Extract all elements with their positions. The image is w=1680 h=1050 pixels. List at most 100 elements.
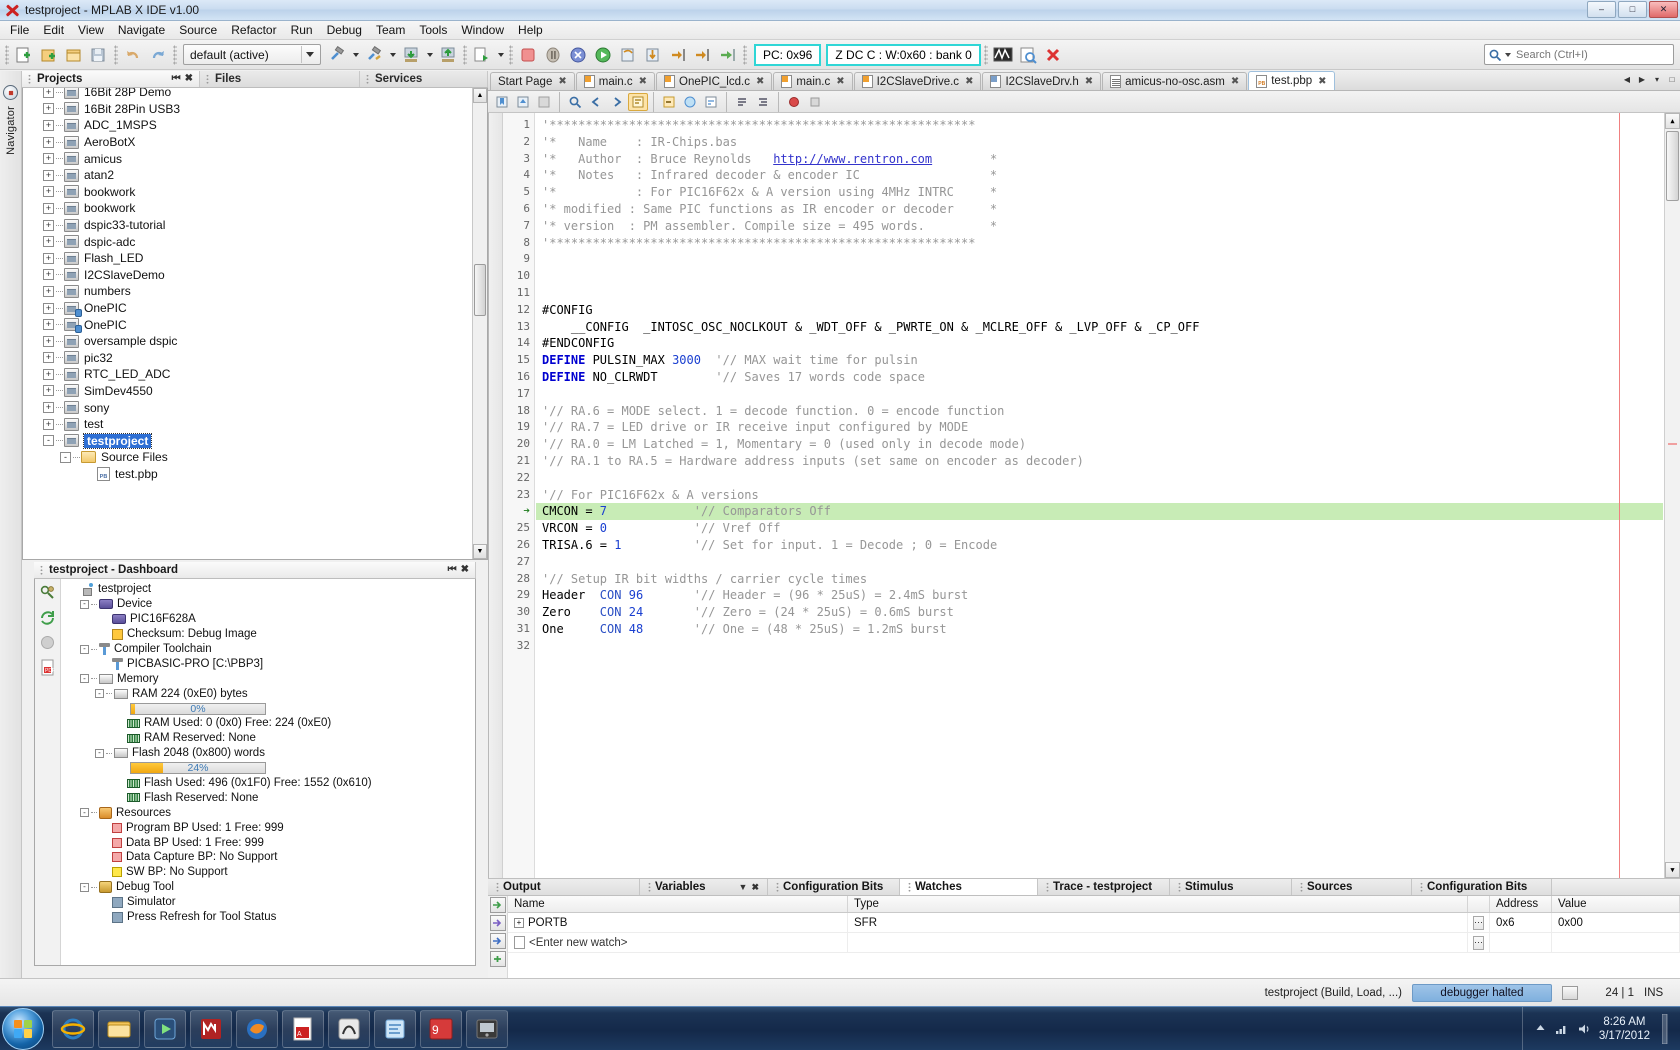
toggle-highlight-icon[interactable] xyxy=(628,93,648,111)
code-line[interactable]: CMCON = 7 '// Comparators Off xyxy=(536,503,1663,520)
dock-tab[interactable]: Stimulus xyxy=(1170,879,1292,895)
new-project-icon[interactable] xyxy=(37,43,61,67)
project-tree-item[interactable]: +atan2 xyxy=(43,167,487,184)
dashboard-tree-item[interactable]: Flash Used: 496 (0x1F0) Free: 1552 (0x61… xyxy=(65,776,475,791)
column-name[interactable]: Name xyxy=(508,896,848,912)
dashboard-tree-item[interactable]: -Memory xyxy=(65,671,475,686)
code-line[interactable]: '// Setup IR bit widths / carrier cycle … xyxy=(536,571,1663,588)
dashboard-tree-item[interactable]: RAM Reserved: None xyxy=(65,731,475,746)
code-line[interactable]: DEFINE PULSIN_MAX 3000 '// MAX wait time… xyxy=(536,352,1663,369)
toolbar-grip-3[interactable] xyxy=(173,45,177,65)
column-value[interactable]: Value xyxy=(1552,896,1680,912)
tab-projects[interactable]: Projects ⏮ ✖ xyxy=(22,71,200,87)
toggle-breakpoint-icon[interactable] xyxy=(784,93,804,111)
code-line[interactable]: Zero CON 24 '// Zero = (24 * 25uS) = 0.6… xyxy=(536,604,1663,621)
editor-tab[interactable]: Start Page✖ xyxy=(490,72,575,90)
project-tree-item[interactable]: +16Bit 28P Demo xyxy=(43,88,487,101)
stop-editor-icon[interactable] xyxy=(805,93,825,111)
dashboard-tree-item[interactable]: testproject xyxy=(65,582,475,597)
code-line[interactable]: '* Name : IR-Chips.bas xyxy=(536,134,1663,151)
project-tree-item[interactable]: PBtest.pbp xyxy=(43,466,487,483)
close-tab-icon[interactable]: ✖ xyxy=(1085,76,1093,87)
chevron-down-icon[interactable] xyxy=(301,46,318,63)
network-icon[interactable] xyxy=(1555,1021,1570,1036)
navigator-strip[interactable]: Navigator xyxy=(0,71,22,978)
collapse-icon[interactable]: - xyxy=(80,808,89,817)
toolbar-grip[interactable] xyxy=(5,45,9,65)
upload-icon[interactable] xyxy=(436,43,460,67)
project-tree-item[interactable]: +dspic33-tutorial xyxy=(43,217,487,234)
code-line[interactable] xyxy=(536,638,1663,655)
code-line[interactable]: One CON 48 '// One = (48 * 25uS) = 1.2mS… xyxy=(536,621,1663,638)
scroll-tabs-right-icon[interactable]: ▶ xyxy=(1636,72,1648,86)
table-row[interactable]: <Enter new watch> ⋯ xyxy=(508,933,1680,953)
project-tree-item[interactable]: +bookwork xyxy=(43,200,487,217)
filter-icon[interactable]: ▼ xyxy=(739,882,748,893)
dock-tab[interactable]: Configuration Bits xyxy=(1412,879,1552,895)
taskbar-proteus-icon[interactable] xyxy=(328,1010,370,1048)
code-line[interactable]: '// RA.1 to RA.5 = Hardware address inpu… xyxy=(536,453,1663,470)
column-type[interactable]: Type xyxy=(848,896,1468,912)
editor-tab[interactable]: OnePIC_lcd.c✖ xyxy=(656,72,772,90)
debug-dropdown-icon[interactable] xyxy=(495,43,506,67)
code-line[interactable]: TRISA.6 = 1 '// Set for input. 1 = Decod… xyxy=(536,537,1663,554)
dashboard-tree-item[interactable]: Simulator xyxy=(65,895,475,910)
show-hidden-icons-icon[interactable] xyxy=(1533,1021,1548,1036)
open-project-icon[interactable] xyxy=(62,43,86,67)
dashboard-tree-item[interactable]: -Flash 2048 (0x800) words xyxy=(65,746,475,761)
collapse-icon[interactable]: - xyxy=(80,883,89,892)
expand-icon[interactable]: + xyxy=(43,336,54,347)
collapse-icon[interactable]: - xyxy=(80,645,89,654)
code-line[interactable] xyxy=(536,554,1663,571)
menu-debug[interactable]: Debug xyxy=(320,22,369,38)
menu-team[interactable]: Team xyxy=(369,22,412,38)
close-tab-icon[interactable]: ✖ xyxy=(639,76,647,87)
close-panel-icon[interactable]: ✖ xyxy=(185,74,193,84)
code-line[interactable] xyxy=(536,251,1663,268)
source-editor[interactable]: 1234567891011121314151617181920212223➔25… xyxy=(488,113,1680,878)
new-watch-menu[interactable]: ⋯ xyxy=(1468,933,1490,952)
code-line[interactable]: '// For PIC16F62x & A versions xyxy=(536,487,1663,504)
editor-scrollbar-thumb[interactable] xyxy=(1666,131,1679,201)
volume-icon[interactable] xyxy=(1577,1021,1592,1036)
expand-icon[interactable]: + xyxy=(43,352,54,363)
editor-scroll-up-icon[interactable]: ▲ xyxy=(1665,113,1680,129)
step-out-icon[interactable] xyxy=(666,43,690,67)
find-previous-icon[interactable] xyxy=(586,93,606,111)
code-line[interactable] xyxy=(536,268,1663,285)
expand-icon[interactable]: + xyxy=(43,402,54,413)
refresh-debug-tool-icon[interactable] xyxy=(39,608,57,626)
toggle-bookmark-icon[interactable] xyxy=(492,93,512,111)
dock-tab[interactable]: Sources xyxy=(1292,879,1412,895)
collapse-icon[interactable]: - xyxy=(60,452,71,463)
code-line[interactable]: '***************************************… xyxy=(536,117,1663,134)
redo-icon[interactable] xyxy=(146,43,170,67)
code-line[interactable]: '* version : PM assembler. Compile size … xyxy=(536,218,1663,235)
dock-tab[interactable]: Watches xyxy=(900,879,1038,895)
close-tab-icon[interactable]: ✖ xyxy=(1231,76,1239,87)
expand-icon[interactable]: + xyxy=(43,120,54,131)
search-input[interactable] xyxy=(1514,48,1673,62)
expand-icon[interactable]: + xyxy=(43,103,54,114)
editor-tab[interactable]: amicus-no-osc.asm✖ xyxy=(1102,72,1247,90)
collapse-icon[interactable]: - xyxy=(80,674,89,683)
projects-scrollbar[interactable]: ▲ ▼ xyxy=(472,88,487,559)
project-tree-item[interactable]: +amicus xyxy=(43,150,487,167)
taskbar-pickit-icon[interactable]: 9 xyxy=(420,1010,462,1048)
close-tab-icon[interactable]: ✖ xyxy=(558,76,566,87)
dashboard-tree-item[interactable]: RAM Used: 0 (0x0) Free: 224 (0xE0) xyxy=(65,716,475,731)
stop-debug-icon[interactable] xyxy=(516,43,540,67)
dashboard-tree-item[interactable]: PICBASIC-PRO [C:\PBP3] xyxy=(65,656,475,671)
search-box[interactable] xyxy=(1484,44,1674,65)
code-line[interactable] xyxy=(536,470,1663,487)
code-line[interactable]: VRCON = 0 '// Vref Off xyxy=(536,520,1663,537)
menu-source[interactable]: Source xyxy=(172,22,224,38)
expand-icon[interactable]: + xyxy=(43,286,54,297)
minimize-dashboard-icon[interactable]: ⏮ xyxy=(448,565,457,575)
search-dropdown-icon[interactable] xyxy=(1504,53,1512,57)
taskbar-file-explorer-icon[interactable] xyxy=(98,1010,140,1048)
show-desktop-icon[interactable] xyxy=(1657,1021,1672,1036)
project-tree-item[interactable]: +numbers xyxy=(43,283,487,300)
close-button[interactable]: ✕ xyxy=(1649,1,1678,18)
dashboard-tree-item[interactable]: SW BP: No Support xyxy=(65,865,475,880)
